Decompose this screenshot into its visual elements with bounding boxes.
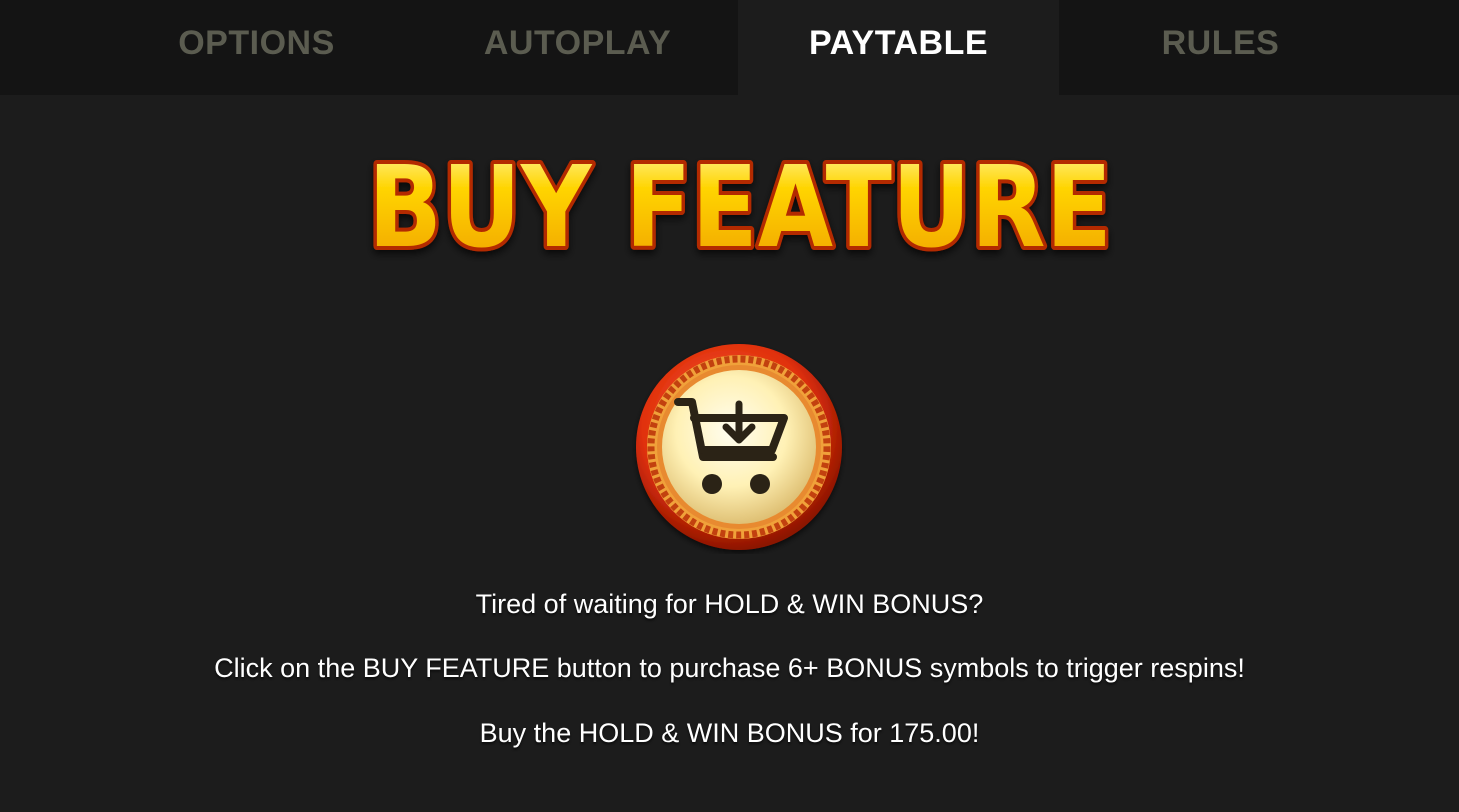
tab-bar: OPTIONS AUTOPLAY PAYTABLE RULES	[0, 0, 1459, 95]
buy-feature-title-text: BUY FEATURE	[368, 143, 1112, 268]
feature-description-line-3: Buy the HOLD & WIN BONUS for 175.00!	[479, 718, 980, 748]
buy-feature-coin-icon	[632, 340, 846, 554]
feature-description-line-2: Click on the BUY FEATURE button to purch…	[214, 653, 1245, 683]
tab-rules[interactable]: RULES	[1060, 0, 1381, 95]
buy-feature-title: BUY FEATURE	[0, 138, 1459, 268]
tab-paytable[interactable]: PAYTABLE	[738, 0, 1059, 95]
tab-autoplay[interactable]: AUTOPLAY	[417, 0, 738, 95]
tab-options[interactable]: OPTIONS	[96, 0, 417, 95]
feature-description-line-1: Tired of waiting for HOLD & WIN BONUS?	[475, 589, 984, 619]
